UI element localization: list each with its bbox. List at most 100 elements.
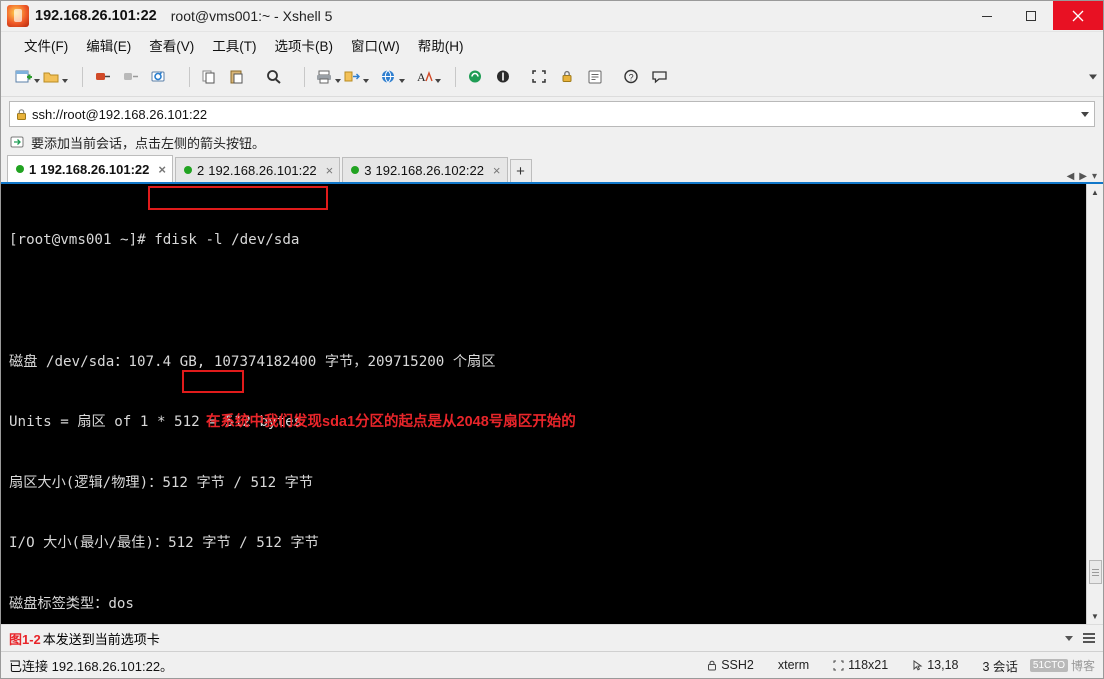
- new-session-icon[interactable]: [11, 64, 40, 90]
- send-to-tab-label: 本发送到当前选项卡: [42, 631, 160, 647]
- tab-2[interactable]: 2 192.168.26.101:22 ×: [174, 157, 341, 182]
- status-lock-icon: [708, 660, 717, 670]
- tab-3-number: 3: [364, 162, 372, 178]
- new-tab-button[interactable]: +: [509, 159, 532, 182]
- menu-help[interactable]: 帮助(H): [409, 32, 473, 58]
- menu-view[interactable]: 查看(V): [140, 32, 203, 58]
- start-sector-highlight-box: [182, 370, 244, 393]
- tab-status-dot-icon: [351, 166, 360, 174]
- tab-scroll-right-icon[interactable]: ▶: [1079, 171, 1087, 182]
- file-transfer-icon[interactable]: [340, 64, 369, 90]
- toolbar-overflow-icon[interactable]: [1089, 74, 1097, 80]
- tab-2-close-icon[interactable]: ×: [326, 164, 334, 177]
- address-bar[interactable]: ssh://root@192.168.26.101:22: [9, 101, 1095, 127]
- globe-icon[interactable]: [376, 64, 405, 90]
- send-to-tab-bar: 图1-2 本发送到当前选项卡: [1, 624, 1103, 651]
- send-bar-controls: [1065, 633, 1103, 643]
- cursor-icon: [913, 659, 923, 670]
- session-manager-icon[interactable]: [463, 64, 489, 90]
- tab-2-number: 2: [196, 162, 205, 178]
- copy-icon[interactable]: [197, 64, 223, 90]
- tab-2-label: 192.168.26.101:22: [208, 162, 317, 178]
- status-term-type: xterm: [777, 658, 810, 672]
- status-right-group: SSH2 xterm 118x21 13,18 3 会话 51CTO 博客: [695, 656, 1103, 675]
- session-hint-text: 要添加当前会话，点击左侧的箭头按钮。: [31, 135, 266, 151]
- menu-edit[interactable]: 编辑(E): [77, 32, 140, 58]
- terminal-line: 扇区大小(逻辑/物理)：512 字节 / 512 字节: [9, 474, 314, 491]
- menu-tools[interactable]: 工具(T): [203, 32, 265, 58]
- reconnect-icon[interactable]: [146, 64, 172, 90]
- open-session-icon[interactable]: [39, 64, 68, 90]
- paste-icon[interactable]: [225, 64, 251, 90]
- tab-3[interactable]: 3 192.168.26.102:22 ×: [342, 157, 508, 182]
- properties-icon[interactable]: [583, 64, 609, 90]
- toolbar-separator: [82, 67, 83, 87]
- terminal-line: 磁盘标签类型：dos: [9, 595, 134, 612]
- menu-file[interactable]: 文件(F): [15, 32, 77, 58]
- size-icon: [833, 660, 844, 670]
- menu-window[interactable]: 窗口(W): [342, 32, 409, 58]
- tab-list-icon[interactable]: ▾: [1092, 171, 1097, 182]
- window-controls: [965, 1, 1103, 31]
- terminal-line: 磁盘 /dev/sda：107.4 GB, 107374182400 字节，20…: [9, 353, 496, 370]
- address-dropdown-icon[interactable]: [1076, 111, 1094, 117]
- help-icon[interactable]: ?: [619, 64, 645, 90]
- scrollbar-thumb[interactable]: [1088, 560, 1102, 584]
- svg-text:A: A: [417, 70, 426, 84]
- menu-tab[interactable]: 选项卡(B): [266, 32, 343, 58]
- tab-1-close-icon[interactable]: ×: [158, 163, 166, 176]
- disconnect-icon[interactable]: [118, 64, 144, 90]
- status-size: 118x21: [821, 658, 900, 672]
- svg-text:?: ?: [629, 72, 634, 82]
- tab-strip: 1 192.168.26.101:22 × 2 192.168.26.101:2…: [1, 154, 1103, 182]
- status-position-label: 13,18: [927, 658, 959, 672]
- terminal-output[interactable]: [root@vms001 ~]# fdisk -l /dev/sda 磁盘 /d…: [1, 184, 1086, 624]
- tab-1[interactable]: 1 192.168.26.101:22 ×: [7, 155, 173, 182]
- status-bar: 已连接 192.168.26.101:22。 SSH2 xterm 118x21: [1, 651, 1103, 678]
- tab-3-close-icon[interactable]: ×: [493, 164, 501, 177]
- terminal-line: [root@vms001 ~]# fdisk -l /dev/sda: [9, 232, 300, 249]
- toolbar: A ?: [1, 58, 1103, 97]
- maximize-button[interactable]: [1009, 1, 1053, 30]
- minimize-button[interactable]: [965, 1, 1009, 30]
- window-title-address: 192.168.26.101:22: [35, 8, 157, 24]
- title-bar: 192.168.26.101:22 root@vms001:~ - Xshell…: [1, 1, 1103, 32]
- address-input[interactable]: ssh://root@192.168.26.101:22: [32, 107, 1076, 122]
- scroll-down-icon[interactable]: ▼: [1087, 608, 1103, 624]
- connect-icon[interactable]: [90, 64, 116, 90]
- window-title-subtitle: root@vms001:~ - Xshell 5: [170, 8, 333, 24]
- status-protocol: SSH2: [695, 658, 766, 672]
- terminal-line: I/O 大小(最小/最佳)：512 字节 / 512 字节: [9, 535, 319, 552]
- compose-bar-icon[interactable]: [491, 64, 517, 90]
- close-button[interactable]: [1053, 1, 1103, 30]
- connection-status: 已连接 192.168.26.101:22。: [9, 658, 174, 674]
- tab-scroll-left-icon[interactable]: ◀: [1067, 171, 1075, 182]
- find-icon[interactable]: [261, 64, 287, 90]
- print-icon[interactable]: [312, 64, 341, 90]
- terminal-scrollbar[interactable]: ▲ ▼: [1086, 184, 1103, 624]
- tab-status-dot-icon: [183, 166, 192, 174]
- toolbar-separator-4: [455, 67, 456, 87]
- status-sessions: 3 会话: [982, 659, 1018, 674]
- toolbar-separator-3: [304, 67, 305, 87]
- caret-down-icon[interactable]: [1065, 635, 1073, 641]
- tab-scroll-controls: ◀ ▶ ▾: [1067, 171, 1103, 182]
- status-position: 13,18: [900, 658, 970, 672]
- arrow-hint-icon: [9, 134, 25, 150]
- menu-bar: 文件(F) 编辑(E) 查看(V) 工具(T) 选项卡(B) 窗口(W) 帮助(…: [1, 32, 1103, 58]
- chat-icon[interactable]: [647, 64, 673, 90]
- tab-status-dot-icon: [16, 165, 24, 173]
- lock-icon[interactable]: [555, 64, 581, 90]
- status-size-label: 118x21: [848, 658, 889, 672]
- figure-caption: 图1-2: [9, 631, 41, 647]
- font-icon[interactable]: A: [412, 64, 441, 90]
- fullscreen-icon[interactable]: [527, 64, 553, 90]
- scroll-up-icon[interactable]: ▲: [1087, 184, 1103, 200]
- watermark: 51CTO 博客: [1029, 657, 1103, 674]
- xshell-logo-icon: [7, 5, 29, 27]
- hamburger-icon[interactable]: [1083, 633, 1095, 643]
- annotation-text: 在系统中我们发现sda1分区的起点是从2048号扇区开始的: [206, 414, 576, 430]
- address-lock-icon: [10, 108, 32, 121]
- tab-1-label: 192.168.26.101:22: [40, 161, 150, 177]
